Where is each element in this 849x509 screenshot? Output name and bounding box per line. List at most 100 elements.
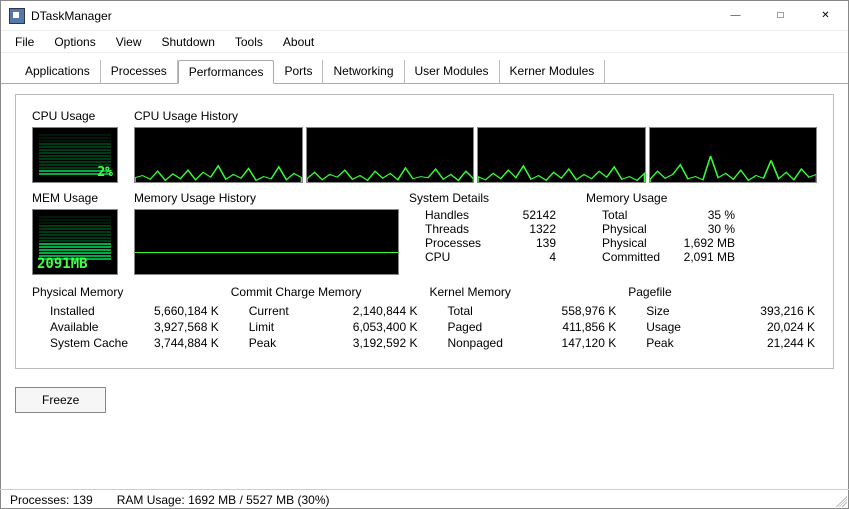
kernel-memory-group: Kernel Memory Total558,976 K Paged411,85… [430, 285, 619, 352]
window-title: DTaskManager [31, 9, 713, 23]
kernel-memory-label: Kernel Memory [430, 285, 619, 299]
cpu-history-core1 [306, 127, 475, 183]
pm-installed-label: Installed [34, 304, 142, 318]
processes-value: 139 [501, 236, 556, 250]
mem-committed-value: 2,091 MB [680, 250, 735, 264]
mem-usage-label: MEM Usage [32, 191, 124, 205]
km-total-label: Total [432, 304, 535, 318]
tab-networking[interactable]: Networking [323, 60, 404, 84]
threads-label: Threads [409, 222, 501, 236]
mem-physical-mb-value: 1,692 MB [680, 236, 735, 250]
km-total-value: 558,976 K [537, 304, 616, 318]
system-details-group: System Details Handles52142 Threads1322 … [409, 191, 556, 275]
cpu-usage-value: 2% [97, 165, 113, 180]
pf-peak-label: Peak [630, 336, 718, 350]
mem-usage-meter: 2091MB [32, 209, 118, 275]
km-nonpaged-value: 147,120 K [537, 336, 616, 350]
pm-cache-label: System Cache [34, 336, 142, 350]
pagefile-group: Pagefile Size393,216 K Usage20,024 K Pea… [628, 285, 817, 352]
km-paged-label: Paged [432, 320, 535, 334]
tab-ports[interactable]: Ports [274, 60, 323, 84]
status-ram: RAM Usage: 1692 MB / 5527 MB (30%) [117, 493, 330, 506]
memory-usage-group: Memory Usage Total35 % Physical30 % Phys… [586, 191, 735, 275]
commit-charge-label: Commit Charge Memory [231, 285, 420, 299]
status-processes: Processes: 139 [10, 493, 93, 506]
cc-current-label: Current [233, 304, 318, 318]
mem-usage-value: 2091MB [37, 256, 88, 272]
commit-charge-group: Commit Charge Memory Current2,140,844 K … [231, 285, 420, 352]
physical-memory-group: Physical Memory Installed5,660,184 K Ava… [32, 285, 221, 352]
system-details-label: System Details [409, 191, 556, 205]
tab-processes[interactable]: Processes [101, 60, 178, 84]
minimize-button[interactable]: — [713, 1, 758, 30]
mem-physical-mb-label: Physical [586, 236, 680, 250]
cc-peak-label: Peak [233, 336, 318, 350]
resize-grip-icon[interactable] [833, 493, 847, 507]
menu-tools[interactable]: Tools [225, 33, 273, 50]
mem-history-group: Memory Usage History [134, 191, 399, 275]
cpu-history-label: CPU Usage History [134, 109, 817, 123]
menubar: File Options View Shutdown Tools About [1, 31, 848, 53]
tab-applications[interactable]: Applications [15, 60, 101, 84]
mem-history-line [135, 252, 398, 253]
menu-shutdown[interactable]: Shutdown [152, 33, 225, 50]
pf-size-label: Size [630, 304, 718, 318]
cpu-count-label: CPU [409, 250, 501, 264]
cpu-count-value: 4 [501, 250, 556, 264]
handles-value: 52142 [501, 208, 556, 222]
mem-total-value: 35 % [680, 208, 735, 222]
threads-value: 1322 [501, 222, 556, 236]
pf-usage-value: 20,024 K [720, 320, 815, 334]
cpu-usage-group: CPU Usage 2% [32, 109, 124, 183]
cpu-history-core0 [134, 127, 303, 183]
menu-file[interactable]: File [5, 33, 44, 50]
mem-physical-pct-value: 30 % [680, 222, 735, 236]
footer-buttons: Freeze [1, 379, 848, 421]
menu-options[interactable]: Options [44, 33, 105, 50]
cc-limit-label: Limit [233, 320, 318, 334]
cc-current-value: 2,140,844 K [320, 304, 418, 318]
window-controls: — □ ✕ [713, 1, 848, 30]
pm-installed-value: 5,660,184 K [144, 304, 219, 318]
tab-content: CPU Usage 2% CPU Usage History MEM Usage [1, 84, 848, 379]
processes-label: Processes [409, 236, 501, 250]
physical-memory-label: Physical Memory [32, 285, 221, 299]
mem-history-chart [134, 209, 399, 275]
cpu-history-strip [134, 127, 817, 183]
statusbar: Processes: 139 RAM Usage: 1692 MB / 5527… [0, 489, 849, 509]
tab-kernel-modules[interactable]: Kerner Modules [500, 60, 606, 84]
tab-user-modules[interactable]: User Modules [405, 60, 500, 84]
mem-total-label: Total [586, 208, 680, 222]
titlebar: DTaskManager — □ ✕ [1, 1, 848, 31]
pm-available-value: 3,927,568 K [144, 320, 219, 334]
memory-usage-label: Memory Usage [586, 191, 735, 205]
mem-committed-label: Committed [586, 250, 680, 264]
cpu-usage-label: CPU Usage [32, 109, 124, 123]
cpu-usage-meter: 2% [32, 127, 118, 183]
freeze-button[interactable]: Freeze [15, 387, 106, 413]
mem-usage-group: MEM Usage 2091MB [32, 191, 124, 275]
cpu-history-core2 [477, 127, 646, 183]
km-paged-value: 411,856 K [537, 320, 616, 334]
menu-view[interactable]: View [106, 33, 152, 50]
km-nonpaged-label: Nonpaged [432, 336, 535, 350]
mem-physical-pct-label: Physical [586, 222, 680, 236]
cpu-history-core3 [649, 127, 818, 183]
pf-size-value: 393,216 K [720, 304, 815, 318]
tabbar: Applications Processes Performances Port… [1, 53, 848, 84]
maximize-button[interactable]: □ [758, 1, 803, 30]
performance-panel: CPU Usage 2% CPU Usage History MEM Usage [15, 94, 834, 369]
handles-label: Handles [409, 208, 501, 222]
mem-history-label: Memory Usage History [134, 191, 399, 205]
pm-cache-value: 3,744,884 K [144, 336, 219, 350]
pm-available-label: Available [34, 320, 142, 334]
close-button[interactable]: ✕ [803, 1, 848, 30]
app-icon [9, 8, 25, 24]
pf-usage-label: Usage [630, 320, 718, 334]
pf-peak-value: 21,244 K [720, 336, 815, 350]
tab-performances[interactable]: Performances [178, 60, 275, 84]
cpu-history-group: CPU Usage History [134, 109, 817, 183]
cc-peak-value: 3,192,592 K [320, 336, 418, 350]
menu-about[interactable]: About [273, 33, 324, 50]
pagefile-label: Pagefile [628, 285, 817, 299]
